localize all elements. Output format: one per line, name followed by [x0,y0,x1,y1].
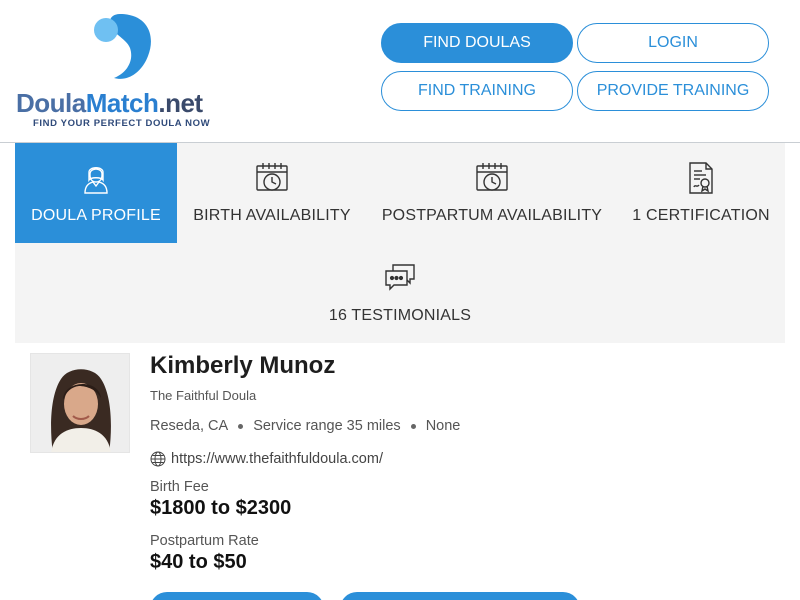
certificate-icon [689,162,713,194]
tab-doula-profile[interactable]: DOULA PROFILE [15,143,177,243]
profile-tabs: DOULA PROFILE BIRTH AVAILABILITY POSTPAR… [15,143,785,343]
tab-birth-availability[interactable]: BIRTH AVAILABILITY [177,143,367,243]
separator-dot [410,423,416,429]
calendar-clock-icon [476,163,508,191]
doula-person-icon [84,167,108,194]
separator-dot [238,423,244,429]
postpartum-rate-value: $40 to $50 [150,551,247,573]
tab-certification[interactable]: 1 CERTIFICATION [617,143,785,243]
logo-wordmark: DoulaMatch.net [16,88,203,118]
logo-tagline: FIND YOUR PERFECT DOULA NOW [33,118,211,129]
business-name: The Faithful Doula [150,388,257,403]
secondary-action-button[interactable] [340,592,580,600]
tab-testimonials[interactable]: 16 TESTIMONIALS [300,243,500,343]
chat-bubbles-icon [385,264,415,291]
postpartum-rate-label: Postpartum Rate [150,533,259,549]
website-row: https://www.thefaithfuldoula.com/ [150,451,383,467]
birth-fee-value: $1800 to $2300 [150,497,292,519]
tab-label: 1 CERTIFICATION [632,207,770,224]
site-logo[interactable]: DoulaMatch.net FIND YOUR PERFECT DOULA N… [16,10,226,132]
tab-label: BIRTH AVAILABILITY [193,207,351,224]
service-range-text: Service range 35 miles [253,418,401,434]
page: DoulaMatch.net FIND YOUR PERFECT DOULA N… [0,0,800,600]
site-header: DoulaMatch.net FIND YOUR PERFECT DOULA N… [0,0,800,143]
tab-label: 16 TESTIMONIALS [328,307,472,324]
profile-photo [30,353,130,453]
avatar [31,354,129,452]
logo-mark-icon [94,14,151,79]
tab-label: DOULA PROFILE [31,207,161,224]
birth-fee-label: Birth Fee [150,479,209,495]
website-link[interactable]: https://www.thefaithfuldoula.com/ [171,451,383,467]
extra-text: None [425,418,461,434]
login-button[interactable]: LOGIN [577,23,769,63]
profile-meta: Reseda, CA Service range 35 miles None [150,418,460,434]
calendar-clock-icon [256,163,288,191]
find-training-button[interactable]: FIND TRAINING [381,71,573,111]
provide-training-button[interactable]: PROVIDE TRAINING [577,71,769,111]
find-doulas-button[interactable]: FIND DOULAS [381,23,573,63]
contact-button[interactable] [150,592,324,600]
tab-postpartum-availability[interactable]: POSTPARTUM AVAILABILITY [367,143,617,243]
tab-label: POSTPARTUM AVAILABILITY [381,207,603,224]
globe-icon [150,451,166,467]
location-text: Reseda, CA [150,418,229,434]
doula-name: Kimberly Munoz [150,352,336,379]
